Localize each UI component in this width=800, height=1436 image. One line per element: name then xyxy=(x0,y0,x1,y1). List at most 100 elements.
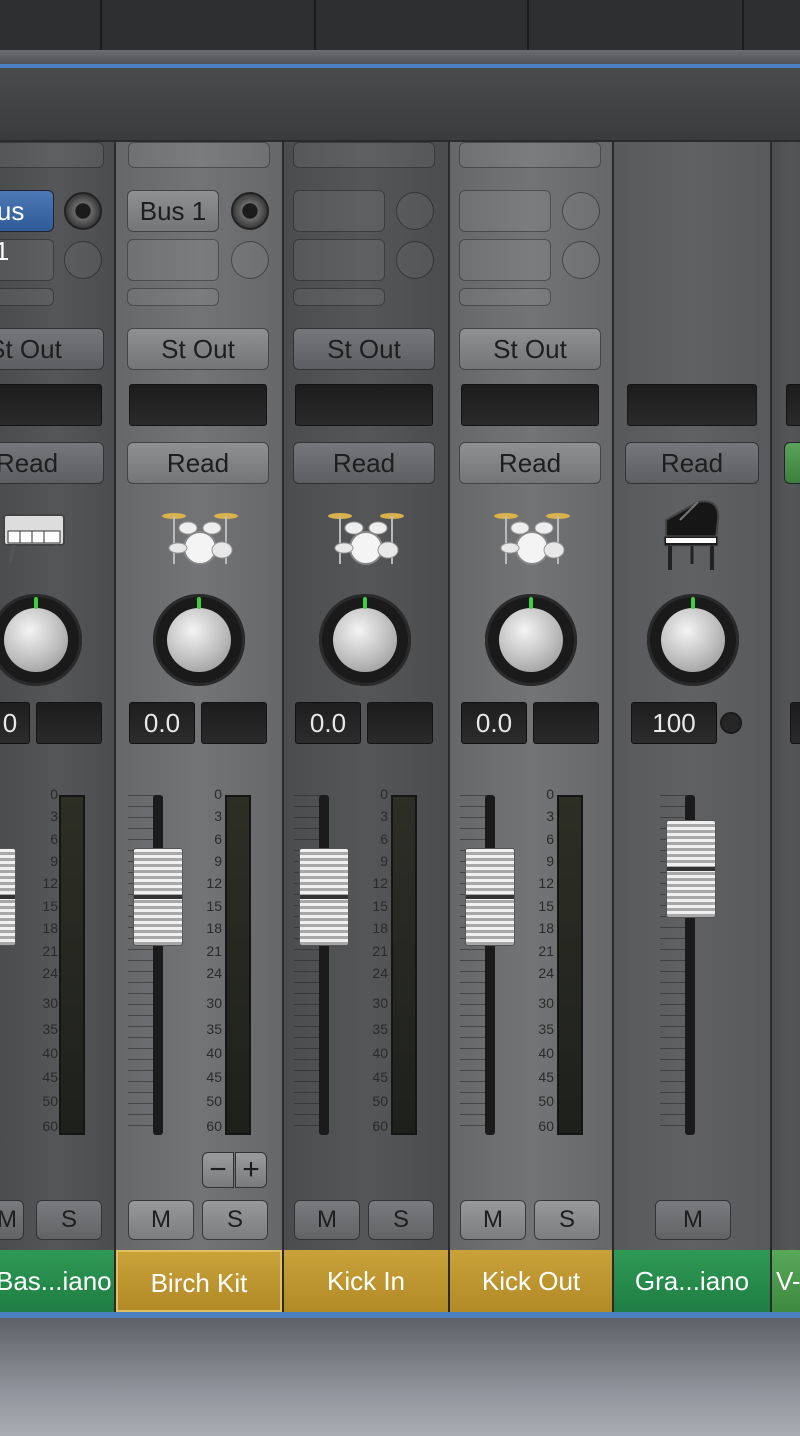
group-field[interactable] xyxy=(295,384,433,426)
group-plus-button[interactable]: + xyxy=(235,1152,267,1188)
send-knob[interactable] xyxy=(396,192,434,230)
send-button[interactable]: Bus 1 xyxy=(0,190,54,266)
fader-scale-label: 12 xyxy=(206,875,222,891)
volume-fader[interactable] xyxy=(133,848,183,946)
send-level-knob[interactable] xyxy=(231,192,269,230)
send-slot[interactable] xyxy=(293,239,385,281)
channel-name[interactable]: Gra...iano xyxy=(614,1250,770,1312)
send-level-knob[interactable] xyxy=(64,192,102,230)
send-slot[interactable] xyxy=(459,239,551,281)
mute-button[interactable]: M xyxy=(294,1200,360,1240)
fader-scale: 0 3 6 9 12 15 18 21 24 30 35 40 45 50 60 xyxy=(182,786,222,1134)
drum-kit-icon xyxy=(494,513,570,565)
channel-name[interactable]: Kick Out xyxy=(450,1250,612,1312)
automation-button[interactable]: Read xyxy=(459,442,601,484)
fader-scale-label: 40 xyxy=(372,1045,388,1061)
channel-name[interactable]: V- xyxy=(772,1250,800,1312)
volume-fader[interactable] xyxy=(299,848,349,946)
pan-value[interactable]: 0.0 xyxy=(129,702,195,744)
fader-scale-label: 30 xyxy=(372,995,388,1011)
solo-button[interactable]: S xyxy=(36,1200,102,1240)
fader-scale-label: 45 xyxy=(42,1069,58,1085)
output-button[interactable]: St Out xyxy=(0,328,104,370)
fader-scale-label: 35 xyxy=(42,1021,58,1037)
group-field[interactable] xyxy=(0,384,102,426)
fader-scale-label: 45 xyxy=(372,1069,388,1085)
fader-scale-label: 21 xyxy=(42,943,58,959)
send-slot-small[interactable] xyxy=(127,288,219,306)
pan-value[interactable]: 0.0 xyxy=(461,702,527,744)
insert-slot[interactable] xyxy=(128,142,270,168)
solo-button[interactable]: S xyxy=(534,1200,600,1240)
channel-name[interactable]: Bas...iano xyxy=(0,1250,114,1312)
send-button[interactable]: Bus 1 xyxy=(127,190,219,232)
fader-scale-label: 9 xyxy=(380,853,388,869)
group-minus-button[interactable]: − xyxy=(202,1152,234,1188)
fader-scale-label: 3 xyxy=(546,808,554,824)
output-label: St Out xyxy=(493,334,567,364)
group-field[interactable] xyxy=(129,384,267,426)
fader-scale-label: 18 xyxy=(538,920,554,936)
pan-value[interactable]: 100 xyxy=(631,702,717,744)
send-knob[interactable] xyxy=(64,241,102,279)
mute-button[interactable]: M xyxy=(128,1200,194,1240)
send-label: Bus 1 xyxy=(139,196,207,226)
fader-track xyxy=(153,795,163,1135)
send-slot[interactable] xyxy=(0,239,54,281)
output-button[interactable]: St Out xyxy=(127,328,269,370)
channel-name[interactable]: Birch Kit xyxy=(116,1250,282,1312)
send-knob[interactable] xyxy=(396,241,434,279)
fader-scale-label: 9 xyxy=(50,853,58,869)
pan-value[interactable]: 0.0 xyxy=(295,702,361,744)
link-indicator[interactable] xyxy=(720,712,742,734)
send-slot-small[interactable] xyxy=(0,288,54,306)
automation-button[interactable]: Read xyxy=(0,442,104,484)
automation-button[interactable]: Read xyxy=(293,442,435,484)
send-knob[interactable] xyxy=(562,241,600,279)
automation-button[interactable]: Read xyxy=(625,442,759,484)
pan-knob[interactable] xyxy=(319,594,411,686)
group-field[interactable] xyxy=(461,384,599,426)
group-field[interactable] xyxy=(786,384,800,426)
fader-scale-label: 0 xyxy=(380,786,388,802)
pan-knob[interactable] xyxy=(485,594,577,686)
insert-slot[interactable] xyxy=(293,142,435,168)
mute-button[interactable]: M xyxy=(655,1200,731,1240)
insert-slot[interactable] xyxy=(0,142,104,168)
volume-fader[interactable] xyxy=(666,820,716,918)
send-knob[interactable] xyxy=(231,241,269,279)
fader-scale-label: 6 xyxy=(50,831,58,847)
send-slot-small[interactable] xyxy=(459,288,551,306)
solo-button[interactable]: S xyxy=(202,1200,268,1240)
fader-scale-label: 12 xyxy=(42,875,58,891)
group-field[interactable] xyxy=(627,384,757,426)
volume-fader[interactable] xyxy=(465,848,515,946)
send-slot-small[interactable] xyxy=(293,288,385,306)
drum-kit-icon xyxy=(162,513,238,565)
send-slot[interactable] xyxy=(127,239,219,281)
automation-button[interactable]: Read xyxy=(127,442,269,484)
fader-scale-label: 45 xyxy=(538,1069,554,1085)
output-button[interactable]: St Out xyxy=(459,328,601,370)
fader-scale-label: 40 xyxy=(538,1045,554,1061)
output-button[interactable]: St Out xyxy=(293,328,435,370)
volume-fader[interactable] xyxy=(0,848,16,946)
pan-knob[interactable] xyxy=(0,594,82,686)
send-knob[interactable] xyxy=(562,192,600,230)
solo-button[interactable]: S xyxy=(368,1200,434,1240)
send-slot[interactable] xyxy=(293,190,385,232)
pan-value[interactable]: 0 xyxy=(0,702,30,744)
channel-name[interactable]: Kick In xyxy=(284,1250,448,1312)
send-slot[interactable] xyxy=(459,190,551,232)
channel-strip: Bus 1 St Out Read 0.0 0 3 6 9 12 15 18 21 24 30 35… xyxy=(116,142,284,1250)
pan-knob[interactable] xyxy=(647,594,739,686)
pan-knob[interactable] xyxy=(153,594,245,686)
insert-slot[interactable] xyxy=(459,142,601,168)
automation-button[interactable] xyxy=(784,442,800,484)
fader-scale-label: 50 xyxy=(42,1093,58,1109)
fader-scale-label: 24 xyxy=(372,965,388,981)
fader-scale-label: 15 xyxy=(206,898,222,914)
mute-button[interactable]: M xyxy=(0,1200,24,1240)
channel-name-bar: Bas...iano Birch Kit Kick In Kick Out Gr… xyxy=(0,1250,800,1312)
mute-button[interactable]: M xyxy=(460,1200,526,1240)
